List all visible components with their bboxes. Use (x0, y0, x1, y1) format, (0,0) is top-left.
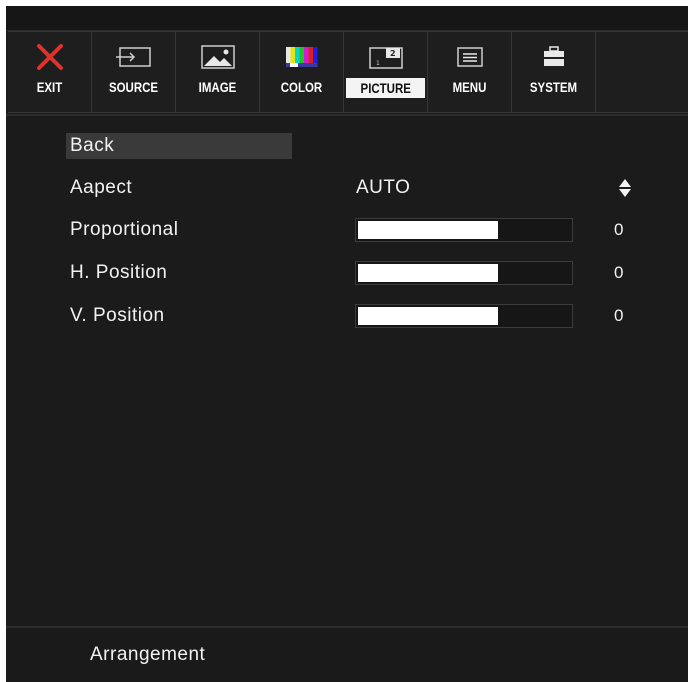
tab-picture[interactable]: 2 1 PICTURE (344, 32, 428, 112)
tab-menu-label: MENU (452, 79, 487, 95)
menu-item-aspect[interactable]: Aapect AUTO (66, 175, 631, 201)
aspect-value: AUTO (356, 177, 411, 198)
h-position-value: 0 (614, 263, 624, 282)
tab-picture-label: PICTURE (346, 78, 425, 98)
proportional-label: Proportional (70, 219, 179, 240)
input-source-icon (92, 42, 175, 72)
footer-hint: Arrangement (90, 644, 206, 665)
osd-toolbar: EXIT SOURCE IMAGE COLOR 2 1 PICTURE MENU… (8, 31, 688, 113)
v-position-label: V. Position (70, 305, 165, 326)
v-position-slider-fill (358, 307, 498, 325)
up-down-arrows-icon[interactable] (618, 177, 632, 199)
h-position-label: H. Position (70, 262, 168, 283)
menu-item-proportional[interactable]: Proportional 0 (66, 217, 626, 243)
footer-bar: Arrangement (6, 632, 688, 682)
top-strip (6, 6, 688, 31)
tab-color-label: COLOR (280, 79, 323, 95)
menu-list-icon (428, 42, 511, 72)
tab-color[interactable]: COLOR (260, 32, 344, 112)
v-position-value: 0 (614, 306, 624, 325)
menu-item-v-position[interactable]: V. Position 0 (66, 303, 626, 329)
image-landscape-icon (176, 42, 259, 72)
tab-source-label: SOURCE (108, 79, 159, 95)
tab-exit-label: EXIT (36, 79, 63, 95)
tab-system-label: SYSTEM (529, 79, 578, 95)
proportional-slider[interactable] (355, 218, 573, 242)
tab-system[interactable]: SYSTEM (512, 32, 596, 112)
svg-text:1: 1 (376, 60, 380, 67)
tab-exit[interactable]: EXIT (8, 32, 92, 112)
tab-menu[interactable]: MENU (428, 32, 512, 112)
svg-text:2: 2 (390, 49, 396, 58)
close-x-icon (8, 42, 91, 72)
v-position-slider[interactable] (355, 304, 573, 328)
tab-image[interactable]: IMAGE (176, 32, 260, 112)
proportional-value: 0 (614, 220, 624, 239)
aspect-label: Aapect (70, 177, 133, 198)
toolbox-icon (512, 42, 595, 72)
proportional-slider-fill (358, 221, 498, 239)
color-bars-icon (260, 42, 343, 72)
back-label: Back (70, 135, 115, 156)
picture-in-picture-icon: 2 1 (344, 42, 427, 72)
osd-window: EXIT SOURCE IMAGE COLOR 2 1 PICTURE MENU… (6, 6, 688, 682)
tab-source[interactable]: SOURCE (92, 32, 176, 112)
tab-image-label: IMAGE (198, 79, 237, 95)
footer-divider (6, 626, 688, 628)
h-position-slider[interactable] (355, 261, 573, 285)
h-position-slider-fill (358, 264, 498, 282)
menu-item-h-position[interactable]: H. Position 0 (66, 260, 626, 286)
menu-item-back[interactable]: Back (66, 133, 626, 159)
toolbar-divider (6, 114, 688, 116)
